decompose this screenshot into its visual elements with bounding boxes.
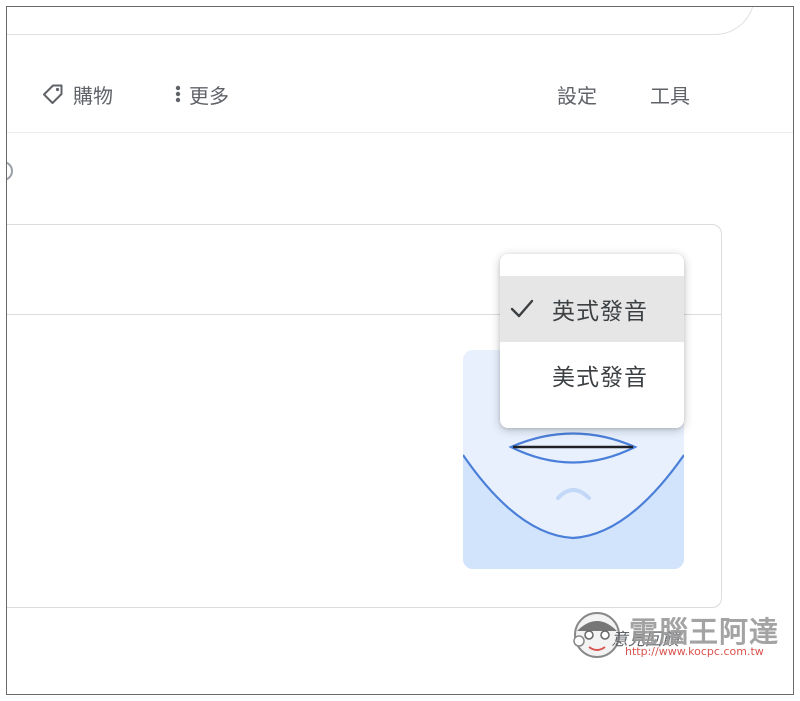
tools-tab[interactable]: 工具 [650, 76, 690, 112]
search-toolbar: 購物 更多 設定 工具 [7, 63, 793, 123]
checkmark-icon [510, 298, 534, 326]
tag-icon [41, 82, 65, 106]
shopping-label: 購物 [73, 83, 113, 108]
screenshot-frame: 購物 更多 設定 工具 英式發音 美式發音 意見回饋 電腦王阿達 http://… [6, 6, 794, 695]
more-tab[interactable]: 更多 [173, 76, 229, 112]
settings-label: 設定 [557, 83, 597, 108]
settings-tab[interactable]: 設定 [557, 76, 597, 112]
tools-label: 工具 [650, 83, 690, 108]
menu-item-american[interactable]: 美式發音 [500, 342, 684, 408]
watermark-url: http://www.kocpc.com.tw [625, 645, 764, 658]
watermark: 意見回饋 電腦王阿達 http://www.kocpc.com.tw [567, 603, 787, 667]
menu-item-label: 英式發音 [552, 299, 648, 325]
more-label: 更多 [189, 83, 229, 108]
menu-item-british[interactable]: 英式發音 [500, 276, 684, 342]
info-icon[interactable] [7, 161, 13, 181]
search-box-edge[interactable] [7, 7, 755, 35]
menu-item-label: 美式發音 [552, 365, 648, 391]
vertical-dots-icon [173, 82, 183, 106]
toolbar-divider [7, 132, 793, 133]
shopping-tab[interactable]: 購物 [41, 76, 113, 112]
pronunciation-menu: 英式發音 美式發音 [500, 254, 684, 428]
